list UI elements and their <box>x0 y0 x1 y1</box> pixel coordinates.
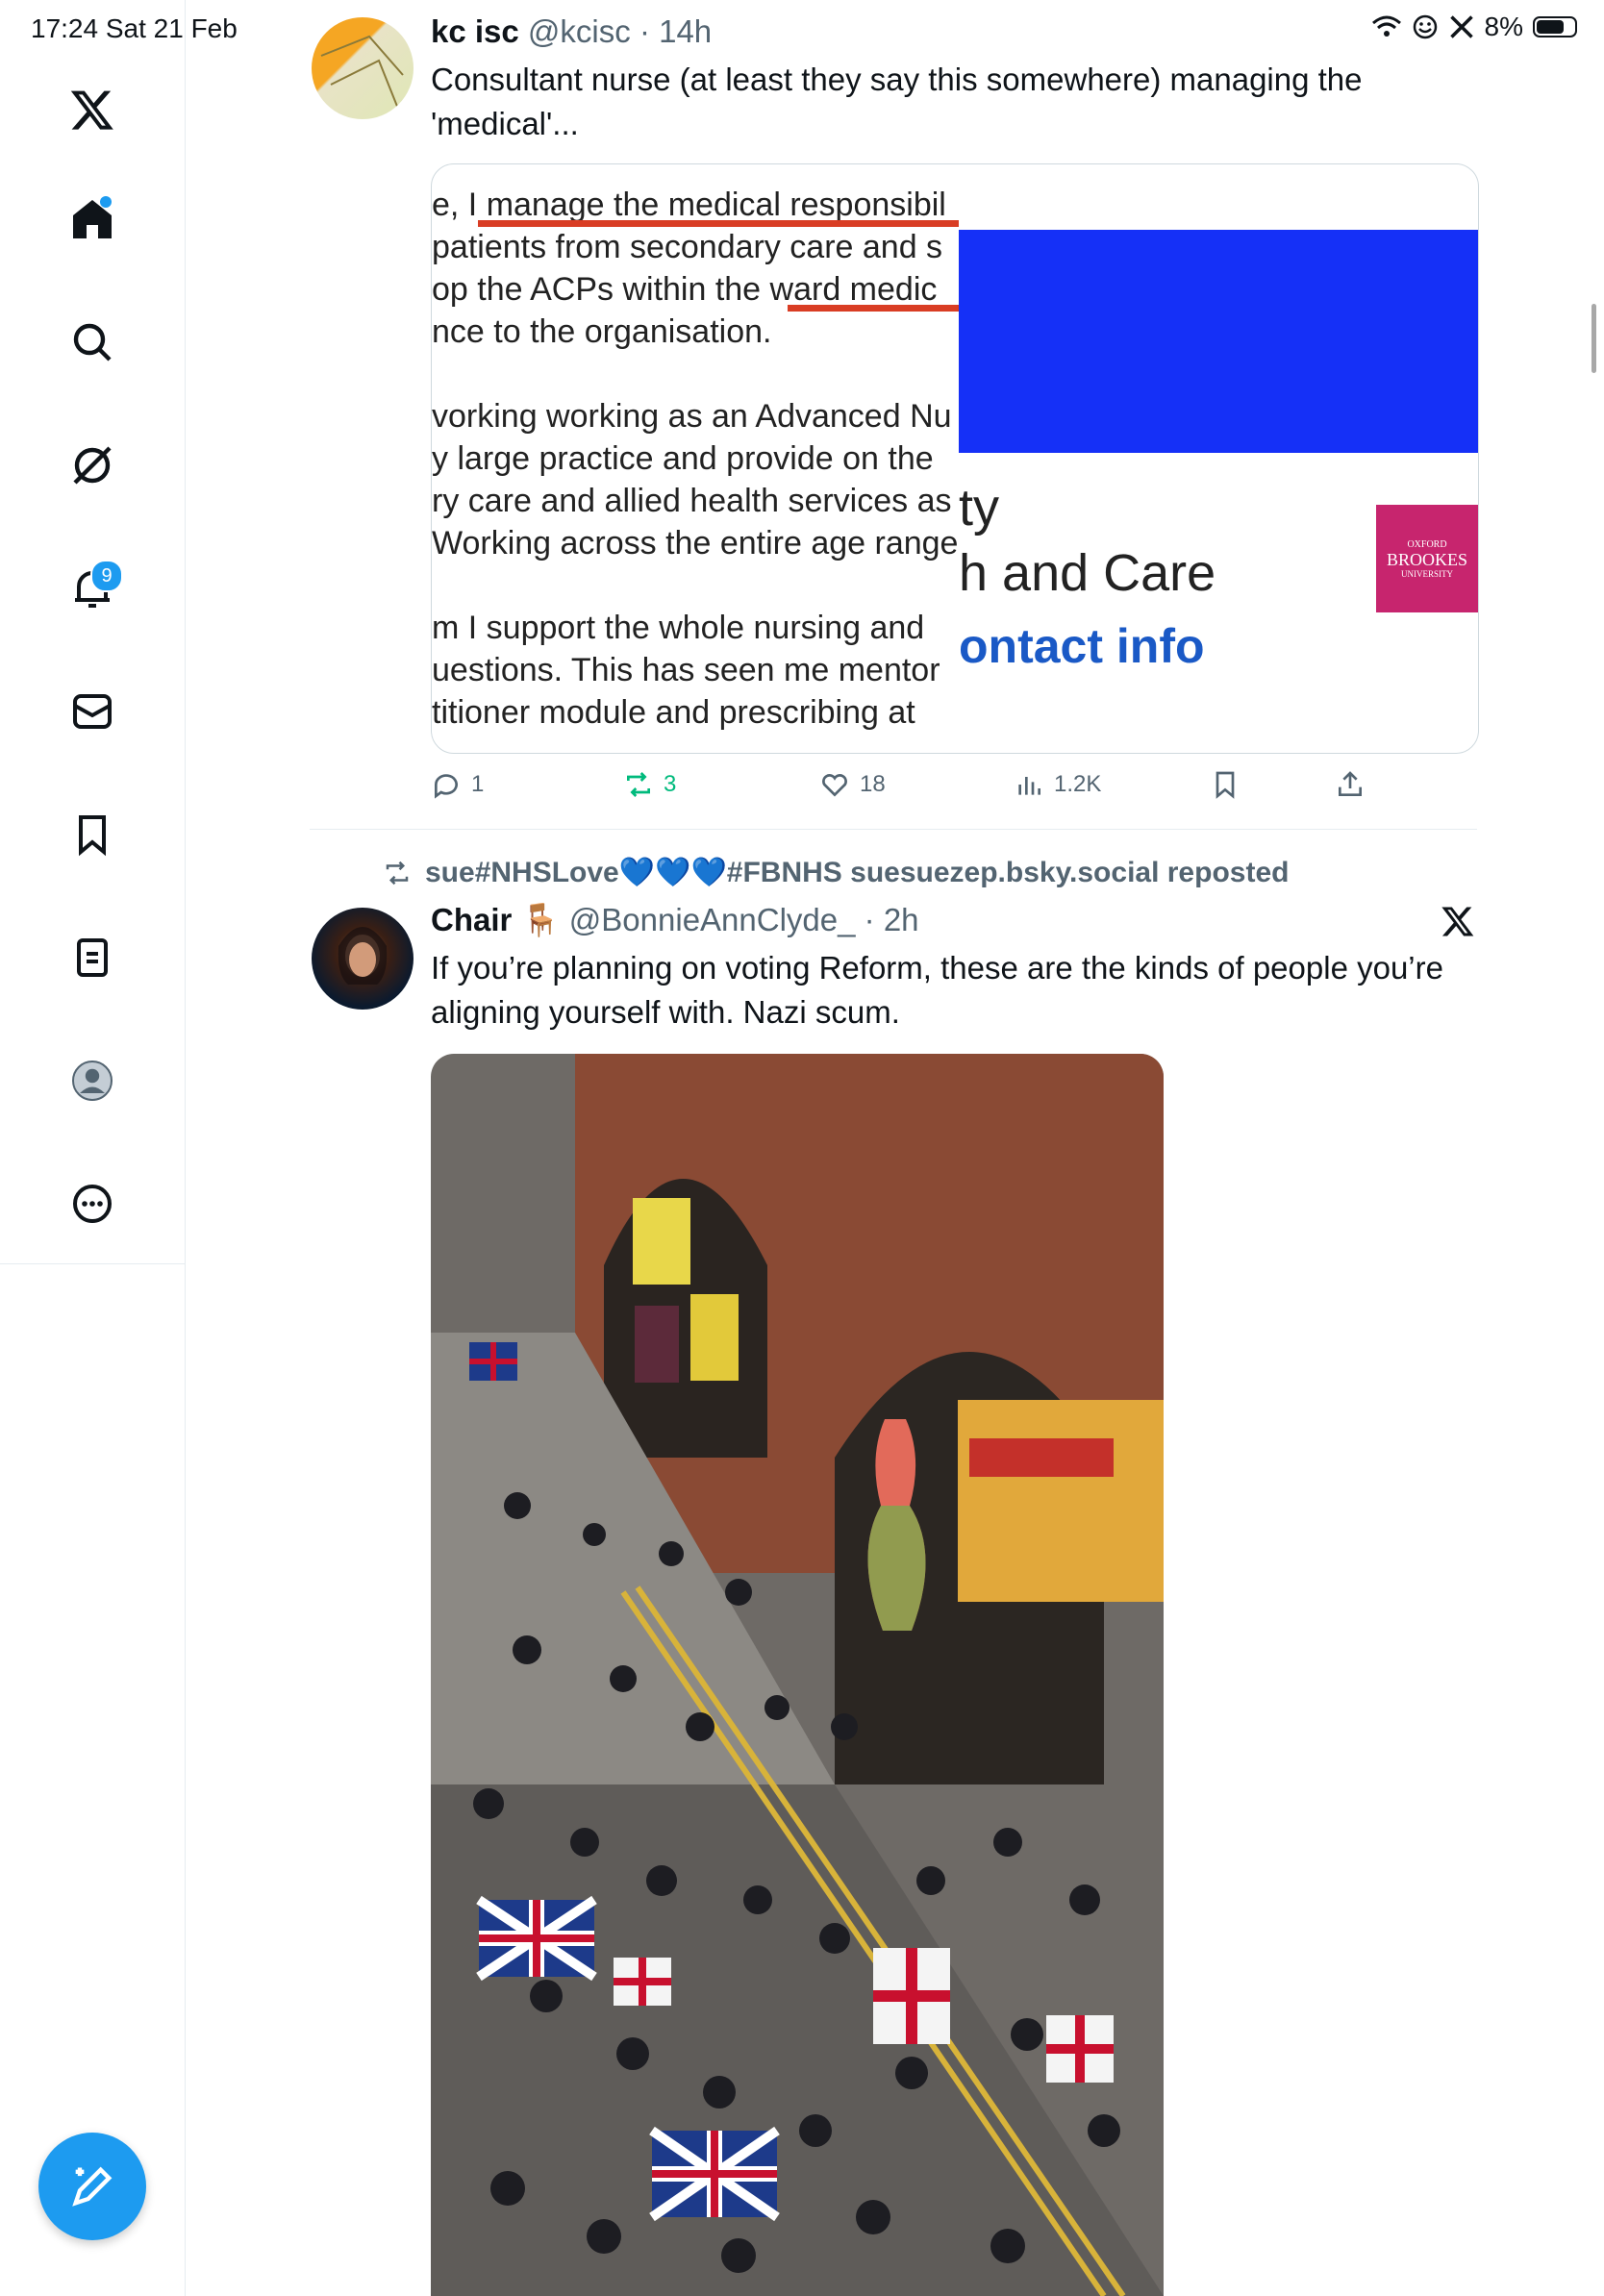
profile-avatar-icon[interactable] <box>54 1042 131 1119</box>
grok-icon[interactable] <box>54 427 131 504</box>
doc-line-2: patients from secondary care and s <box>432 229 943 265</box>
like-button[interactable]: 18 <box>819 769 886 800</box>
status-right: 8% <box>1371 12 1577 42</box>
notifications-bell-icon[interactable]: 9 <box>54 550 131 627</box>
reply-button[interactable]: 1 <box>431 769 484 800</box>
battery-icon <box>1533 16 1577 37</box>
x-logo-small-icon <box>1449 15 1473 38</box>
smiley-icon <box>1413 14 1437 39</box>
reply-icon <box>434 774 458 799</box>
doc-line-11: m I support the whole nursing and <box>432 610 925 646</box>
views-chart-icon <box>1018 777 1040 795</box>
reply-count: 1 <box>471 771 485 797</box>
compose-post-button[interactable] <box>38 2133 146 2240</box>
repost-count: 3 <box>664 771 677 797</box>
bonnieannclyde-avatar[interactable] <box>312 908 414 1010</box>
red-underline-2 <box>788 305 959 312</box>
kcisc-avatar[interactable] <box>312 17 414 119</box>
tweet1-text-line2: 'medical'... <box>431 106 579 141</box>
tweet2-time[interactable]: · 2h <box>865 902 919 937</box>
home-unread-dot <box>100 196 112 208</box>
tweet1-author-name[interactable]: kc isc <box>431 13 519 49</box>
reposted-by[interactable]: sue#NHSLove💙💙💙#FBNHS suesuezep.bsky.soci… <box>381 856 1289 889</box>
doc-line-7: y large practice and provide on the <box>432 440 934 477</box>
tweet1-image[interactable]: e, I manage the medical responsibil pati… <box>431 163 1479 754</box>
doc-line-12: uestions. This has seen me mentor <box>432 652 940 688</box>
repost-small-icon <box>386 861 409 885</box>
scroll-indicator[interactable] <box>1591 304 1596 373</box>
doc-line-1: e, I manage the medical responsibil <box>432 187 946 223</box>
x-source-icon <box>1441 904 1475 943</box>
red-underline-1 <box>478 220 959 227</box>
tweet1-text: Consultant nurse (at least they say this… <box>431 58 1489 146</box>
bookmarks-icon[interactable] <box>54 796 131 873</box>
repost-icon <box>627 772 650 797</box>
tweet2-video[interactable] <box>431 1054 1164 2296</box>
wifi-icon <box>1371 15 1401 37</box>
bookmark-icon <box>1216 771 1235 799</box>
tweet1-time[interactable]: · 14h <box>639 13 712 49</box>
share-button[interactable] <box>1335 769 1366 800</box>
oxford-brookes-logo: OXFORD BROOKES UNIVERSITY <box>1376 505 1478 612</box>
repost-button[interactable]: 3 <box>623 769 676 800</box>
more-icon[interactable] <box>54 1165 131 1242</box>
bookmark-button[interactable] <box>1210 769 1241 800</box>
views-button[interactable]: 1.2K <box>1014 769 1101 800</box>
tweet2-text-line1: If you’re planning on voting Reform, the… <box>431 950 1443 986</box>
tweet2-handle[interactable]: @BonnieAnnClyde_ <box>569 902 856 937</box>
web-fragment-3: ontact info <box>959 619 1205 673</box>
heart-icon <box>822 774 847 797</box>
doc-line-4: nce to the organisation. <box>432 313 772 350</box>
tweet1-header: kc isc @kcisc · 14h <box>431 13 712 50</box>
street-march-image <box>431 1054 1164 2296</box>
tweet2-text: If you’re planning on voting Reform, the… <box>431 946 1498 1035</box>
tweet1-text-line1: Consultant nurse (at least they say this… <box>431 62 1363 97</box>
messages-icon[interactable] <box>54 673 131 750</box>
blue-rectangle <box>959 230 1478 453</box>
tweet2-header: Chair 🪑 @BonnieAnnClyde_ · 2h <box>431 902 919 939</box>
tweet2-author-name[interactable]: Chair <box>431 902 512 937</box>
screenshot-document-text: e, I manage the medical responsibil pati… <box>432 164 959 753</box>
doc-line-13: titioner module and prescribing at <box>432 694 915 731</box>
doc-line-8: ry care and allied health services as <box>432 483 952 519</box>
doc-line-9: Working across the entire age range <box>432 525 959 562</box>
x-logo-icon[interactable] <box>54 71 131 148</box>
lists-icon[interactable] <box>54 919 131 996</box>
compose-feather-icon <box>72 2166 113 2207</box>
tweet2-text-line2: aligning yourself with. Nazi scum. <box>431 994 900 1030</box>
sidebar-divider <box>0 1263 185 1264</box>
web-fragment-1: ty <box>959 479 1000 537</box>
share-icon <box>1339 771 1362 796</box>
tweet1-handle[interactable]: @kcisc <box>528 13 631 49</box>
doc-line-6: vorking working as an Advanced Nu <box>432 398 952 435</box>
views-count: 1.2K <box>1054 771 1102 797</box>
web-fragment-2: h and Care <box>959 544 1216 602</box>
like-count: 18 <box>860 771 886 797</box>
sidebar: 9 <box>0 0 186 2296</box>
notifications-badge: 9 <box>90 560 123 592</box>
tweet-separator <box>310 829 1477 830</box>
battery-percent: 8% <box>1484 12 1523 41</box>
search-icon[interactable] <box>54 304 131 381</box>
chair-emoji: 🪑 <box>520 902 561 937</box>
reposted-by-label: sue#NHSLove💙💙💙#FBNHS suesuezep.bsky.soci… <box>425 857 1290 888</box>
home-icon[interactable] <box>54 181 131 258</box>
